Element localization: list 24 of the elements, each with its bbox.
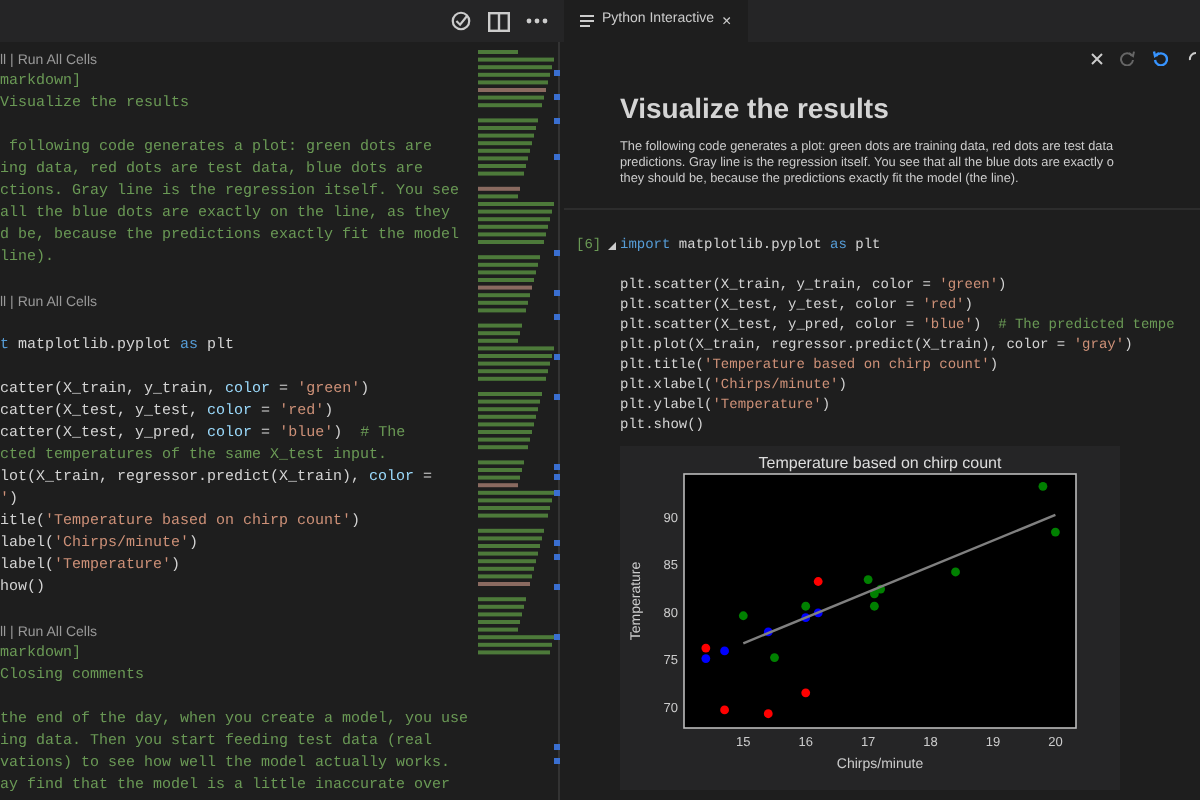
data-point: [1051, 527, 1060, 537]
undo-icon[interactable]: [1152, 50, 1168, 66]
lines-icon: [580, 14, 594, 28]
restart-icon[interactable]: [1184, 50, 1196, 66]
data-point: [720, 646, 729, 656]
data-point: [738, 611, 748, 621]
close-icon[interactable]: [1090, 51, 1104, 65]
data-point: [763, 709, 773, 719]
data-point: [1038, 481, 1048, 491]
close-tab-button[interactable]: ×: [722, 9, 732, 33]
data-point: [951, 567, 960, 577]
redo-icon[interactable]: [1120, 50, 1136, 66]
data-point: [863, 575, 873, 584]
collapse-triangle-icon[interactable]: [607, 242, 616, 250]
heading: Visualize the results: [620, 90, 891, 126]
chart-title: Temperature based on chirp count: [758, 454, 1002, 472]
data-point: [801, 688, 811, 698]
data-point: [813, 577, 823, 586]
data-point: [720, 705, 729, 715]
run-check-icon[interactable]: [450, 10, 472, 32]
split-editor-icon[interactable]: [488, 11, 510, 31]
data-point: [770, 653, 779, 662]
more-icon[interactable]: [526, 18, 548, 24]
data-point: [763, 627, 773, 637]
